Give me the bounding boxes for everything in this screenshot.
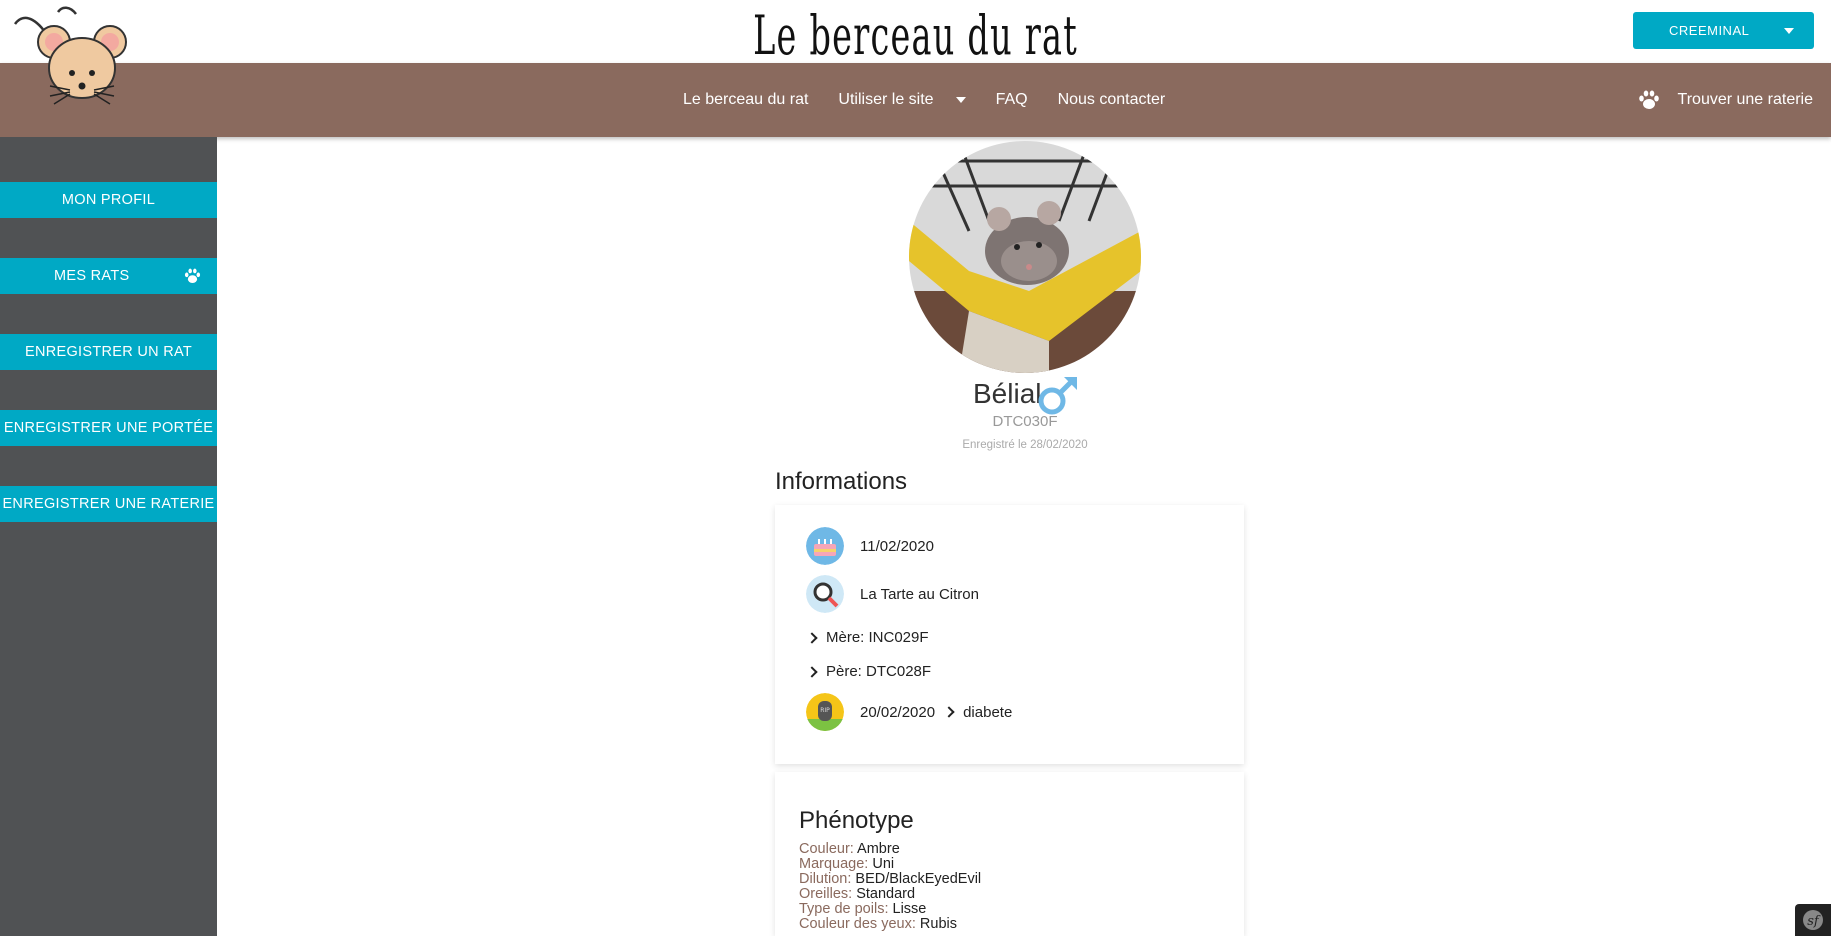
sidebar-item-register-raterie[interactable]: ENREGISTRER UNE RATERIE [0,486,217,522]
svg-text:RIP: RIP [820,707,830,714]
tombstone-icon: RIP [806,693,844,731]
sidebar-item-label: MES RATS [54,268,130,284]
death-row: RIP 20/02/2020 diabete [806,693,1012,731]
find-raterie-label: Trouver une raterie [1677,91,1813,108]
symfony-icon: sf [1803,910,1823,930]
paw-icon [1638,90,1659,109]
paw-icon [184,268,201,283]
user-menu-label: CREEMINAL [1669,23,1750,38]
magnifier-icon [806,575,844,613]
birth-date: 11/02/2020 [860,537,934,555]
rat-logo[interactable] [10,2,132,112]
sidebar-item-label: ENREGISTRER UNE RATERIE [2,496,215,512]
caret-down-icon [1784,28,1794,34]
phenotype-value: BED/BlackEyedEvil [855,871,982,887]
nav-link-contact[interactable]: Nous contacter [1058,91,1166,109]
main-navbar: Le berceau du rat Utiliser le site FAQ N… [0,63,1831,137]
death-date: 20/02/2020 [860,703,936,721]
raterie-name: La Tarte au Citron [860,585,979,603]
phenotype-key: Oreilles: [799,886,853,902]
phenotype-row: Oreilles: Standard [799,887,981,902]
birth-date-row: 11/02/2020 [806,527,934,565]
nav-link-home[interactable]: Le berceau du rat [683,91,808,109]
phenotype-key: Dilution: [799,871,852,887]
phenotype-list: Couleur: Ambre Marquage: Uni Dilution: B… [799,842,981,932]
sidebar-item-label: MON PROFIL [61,192,156,208]
sidebar-item-register-rat[interactable]: ENREGISTRER UN RAT [0,334,217,370]
rat-name: Bélial [973,378,1042,409]
raterie-row[interactable]: La Tarte au Citron [806,575,979,613]
death-cause: diabete [963,703,1013,721]
rat-id: DTC030F [992,413,1058,430]
registration-date: Enregistré le 28/02/2020 [962,439,1088,451]
phenotype-value: Standard [856,886,916,902]
birthday-cake-icon [806,527,844,565]
father-row[interactable]: Père: DTC028F [806,663,932,680]
user-menu-button[interactable]: CREEMINAL [1633,12,1814,49]
mother-row[interactable]: Mère: INC029F [806,629,929,646]
phenotype-key: Couleur des yeux: [799,916,916,932]
phenotype-row: Type de poils: Lisse [799,902,981,917]
chevron-right-icon [806,631,818,644]
phenotype-value: Uni [872,856,895,872]
nav-link-use-site-label: Utiliser le site [838,91,934,108]
phenotype-row: Dilution: BED/BlackEyedEvil [799,872,981,887]
chevron-right-icon [943,706,955,718]
sidebar-item-my-rats[interactable]: MES RATS [0,258,217,294]
phenotype-key: Couleur: [799,841,854,857]
caret-down-icon [955,97,966,103]
top-header: Le berceau du rat CREEMINAL [0,0,1831,67]
phenotype-value: Rubis [919,916,957,932]
phenotype-row: Marquage: Uni [799,857,981,872]
nav-link-use-site[interactable]: Utiliser le site [838,91,966,109]
phenotype-key: Type de poils: [799,901,889,917]
sidebar: MON PROFIL MES RATS ENREGISTRER UN RAT E… [0,137,217,936]
phenotype-row: Couleur: Ambre [799,842,981,857]
find-raterie-link[interactable]: Trouver une raterie [1638,63,1813,137]
sidebar-item-label: ENREGISTRER UN RAT [24,344,193,360]
phenotype-key: Marquage: [799,856,869,872]
phenotype-value: Ambre [857,841,900,857]
debug-toolbar-toggle[interactable]: sf [1795,904,1831,936]
nav-links: Le berceau du rat Utiliser le site FAQ N… [683,63,1195,137]
sidebar-item-profile[interactable]: MON PROFIL [0,182,217,218]
phenotype-title: Phénotype [799,807,914,834]
male-icon [1038,377,1077,415]
info-card: 11/02/2020 La Tarte au Citron Mère: INC0… [775,505,1244,764]
rat-avatar [909,141,1141,373]
phenotype-value: Lisse [892,901,927,917]
chevron-right-icon [806,665,818,678]
father-id: Père: DTC028F [826,663,932,680]
phenotype-row: Couleur des yeux: Rubis [799,917,981,932]
nav-link-faq[interactable]: FAQ [996,91,1028,109]
phenotype-card: Phénotype Couleur: Ambre Marquage: Uni D… [775,772,1244,936]
site-title[interactable]: Le berceau du rat [348,4,1483,67]
mother-id: Mère: INC029F [826,629,929,646]
info-section-title: Informations [775,468,908,495]
